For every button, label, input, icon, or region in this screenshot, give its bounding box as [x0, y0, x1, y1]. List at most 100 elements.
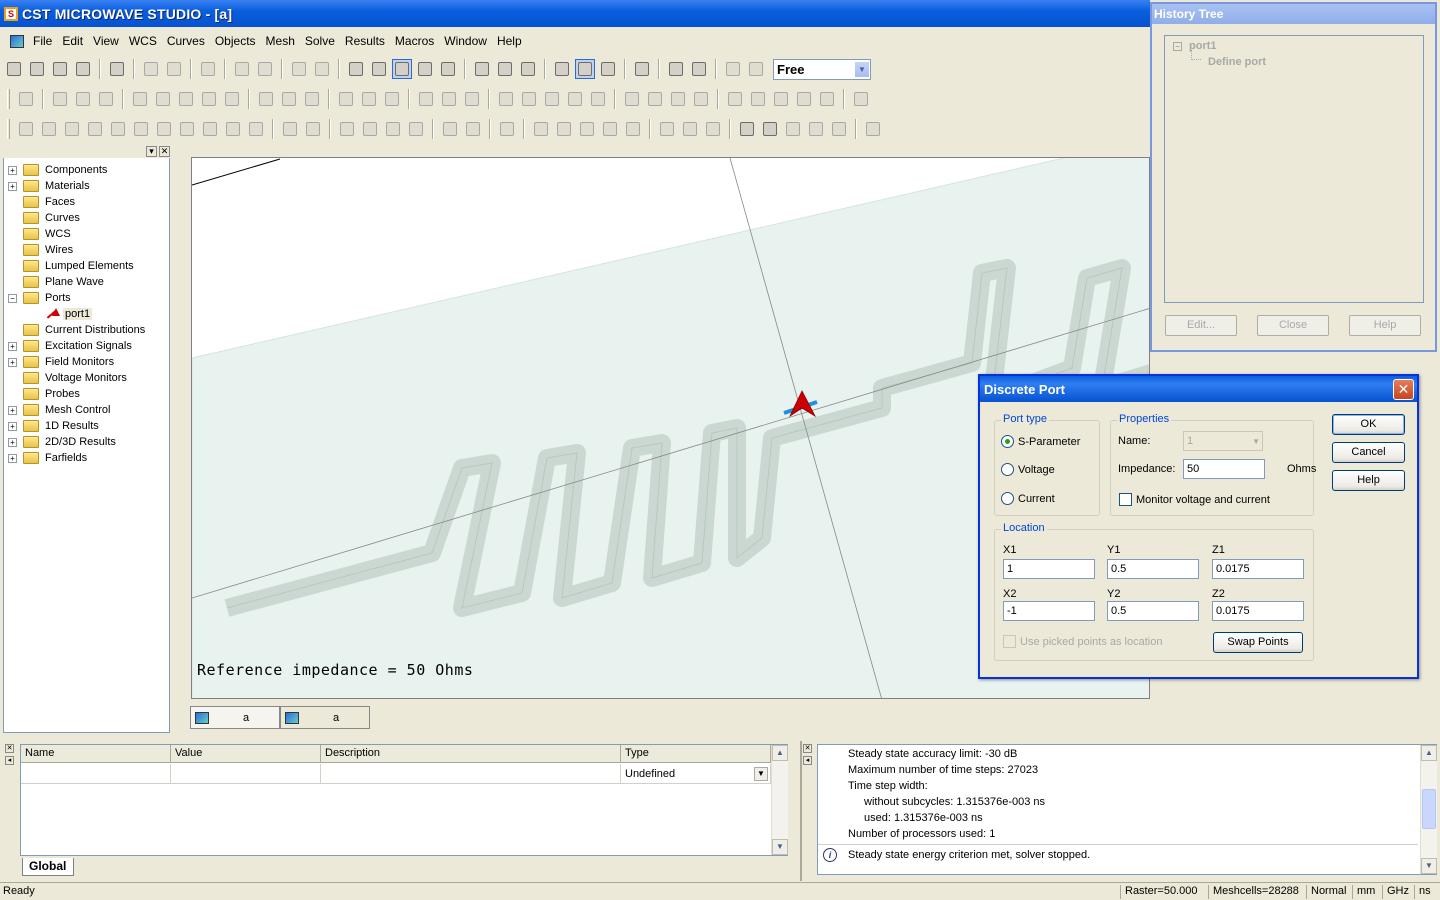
pick-icon[interactable] — [255, 59, 275, 79]
cst-app-icon[interactable]: S — [4, 6, 18, 21]
chevron-down-icon[interactable]: ▼ — [1252, 437, 1260, 446]
tree-item-wires[interactable]: Wires — [8, 242, 145, 258]
tab-3d-view[interactable]: a — [190, 706, 280, 729]
view-glasses-icon[interactable] — [518, 59, 538, 79]
close-icon[interactable]: ✕ — [5, 744, 14, 753]
expand-icon[interactable]: + — [8, 181, 17, 191]
x2-input[interactable]: -1 — [1003, 601, 1095, 621]
ok-button[interactable]: OK — [1332, 414, 1405, 435]
grid-icon[interactable] — [575, 59, 595, 79]
rectangle-icon[interactable] — [703, 119, 723, 139]
menu-view[interactable]: View — [88, 32, 124, 50]
expand-icon[interactable]: + — [8, 405, 17, 415]
tree-item-curves[interactable]: Curves — [8, 210, 145, 226]
delete-icon[interactable] — [232, 59, 252, 79]
column-icon[interactable] — [130, 89, 150, 109]
pick-mid-icon[interactable] — [623, 119, 643, 139]
checkbox[interactable] — [1119, 493, 1132, 506]
radio-s-parameter[interactable]: S-Parameter — [1001, 435, 1080, 448]
column-header-description[interactable]: Description — [321, 745, 621, 763]
sphere-icon[interactable] — [39, 119, 59, 139]
face-4-icon[interactable] — [794, 89, 814, 109]
expand-icon[interactable]: + — [8, 357, 17, 367]
history-help-button[interactable]: Help — [1349, 315, 1421, 336]
boolean-icon[interactable] — [622, 89, 642, 109]
properties-icon[interactable] — [312, 59, 332, 79]
tree-item-port1[interactable]: port1 — [8, 306, 145, 322]
history-edit-button[interactable]: Edit... — [1165, 315, 1237, 336]
pin-icon[interactable]: ◂ — [5, 756, 14, 765]
shell-icon[interactable] — [280, 119, 300, 139]
expand-icon[interactable]: + — [8, 421, 17, 431]
y1-input[interactable]: 0.5 — [1107, 559, 1199, 579]
excite-3-icon[interactable] — [382, 89, 402, 109]
menu-results[interactable]: Results — [340, 32, 390, 50]
menu-file[interactable]: File — [28, 32, 57, 50]
wireframe-icon[interactable] — [598, 59, 618, 79]
radio-button[interactable] — [1001, 435, 1014, 448]
scroll-up-icon[interactable]: ▲ — [772, 745, 788, 761]
impedance-input[interactable]: 50 — [1183, 459, 1265, 479]
menu-solve[interactable]: Solve — [300, 32, 340, 50]
cut-icon[interactable] — [164, 59, 184, 79]
align-wcs-icon[interactable] — [851, 89, 871, 109]
probe-icon[interactable] — [222, 89, 242, 109]
tree-item-faces[interactable]: Faces — [8, 194, 145, 210]
tree-item-wcs[interactable]: WCS — [8, 226, 145, 242]
cylinder-icon[interactable] — [62, 119, 82, 139]
macro-2-icon[interactable] — [746, 59, 766, 79]
expand-icon[interactable]: + — [8, 453, 17, 463]
port-name-select[interactable]: 1 ▼ — [1183, 431, 1263, 451]
stop-icon[interactable] — [863, 119, 883, 139]
menu-curves[interactable]: Curves — [162, 32, 210, 50]
tree-item-plane-wave[interactable]: Plane Wave — [8, 274, 145, 290]
y2-input[interactable]: 0.5 — [1107, 601, 1199, 621]
excite-icon[interactable] — [336, 89, 356, 109]
menu-help[interactable]: Help — [492, 32, 527, 50]
zoom-icon[interactable] — [472, 59, 492, 79]
chamfer-icon[interactable] — [246, 119, 266, 139]
scroll-down-icon[interactable]: ▼ — [1421, 858, 1437, 874]
tree-item-lumped-elements[interactable]: Lumped Elements — [8, 258, 145, 274]
tree-item-current-distributions[interactable]: Current Distributions — [8, 322, 145, 338]
pick-face-icon[interactable] — [497, 119, 517, 139]
tree-item-farfields[interactable]: + Farfields — [8, 450, 145, 466]
menu-macros[interactable]: Macros — [390, 32, 439, 50]
z1-input[interactable]: 0.0175 — [1212, 559, 1304, 579]
blend-icon[interactable] — [223, 119, 243, 139]
field-2-icon[interactable] — [176, 89, 196, 109]
loft-icon[interactable] — [200, 119, 220, 139]
chevron-down-icon[interactable]: ▼ — [854, 60, 870, 78]
boolean-2-icon[interactable] — [645, 89, 665, 109]
result-2-icon[interactable] — [96, 89, 116, 109]
tree-item-field-monitors[interactable]: + Field Monitors — [8, 354, 145, 370]
scroll-down-icon[interactable]: ▼ — [772, 839, 788, 855]
face-5-icon[interactable] — [817, 89, 837, 109]
save-icon[interactable] — [50, 59, 70, 79]
save-all-icon[interactable] — [73, 59, 93, 79]
chevron-down-icon[interactable]: ▼ — [754, 766, 768, 781]
close-icon[interactable]: ✕ — [1393, 379, 1414, 400]
radio-current[interactable]: Current — [1001, 492, 1055, 505]
transform-icon[interactable] — [666, 59, 686, 79]
history-item-define-port[interactable]: Define port — [1208, 56, 1266, 68]
brick-icon[interactable] — [16, 119, 36, 139]
field-icon[interactable] — [153, 89, 173, 109]
copy-icon[interactable] — [141, 59, 161, 79]
collapse-icon[interactable]: − — [8, 293, 17, 303]
tab-global[interactable]: Global — [22, 858, 74, 876]
mesh-4-icon[interactable] — [565, 89, 585, 109]
solid-3-icon[interactable] — [462, 89, 482, 109]
menu-edit[interactable]: Edit — [57, 32, 88, 50]
zoom-fit-icon[interactable] — [495, 59, 515, 79]
hand-icon[interactable] — [737, 119, 757, 139]
face-icon[interactable] — [725, 89, 745, 109]
list-2-icon[interactable] — [806, 119, 826, 139]
mesh-3-icon[interactable] — [542, 89, 562, 109]
line-2-icon[interactable] — [680, 119, 700, 139]
mesh-icon[interactable] — [496, 89, 516, 109]
close-icon[interactable]: ✕ — [159, 146, 170, 157]
menu-objects[interactable]: Objects — [210, 32, 261, 50]
cone-icon[interactable] — [108, 119, 128, 139]
menu-window[interactable]: Window — [439, 32, 492, 50]
